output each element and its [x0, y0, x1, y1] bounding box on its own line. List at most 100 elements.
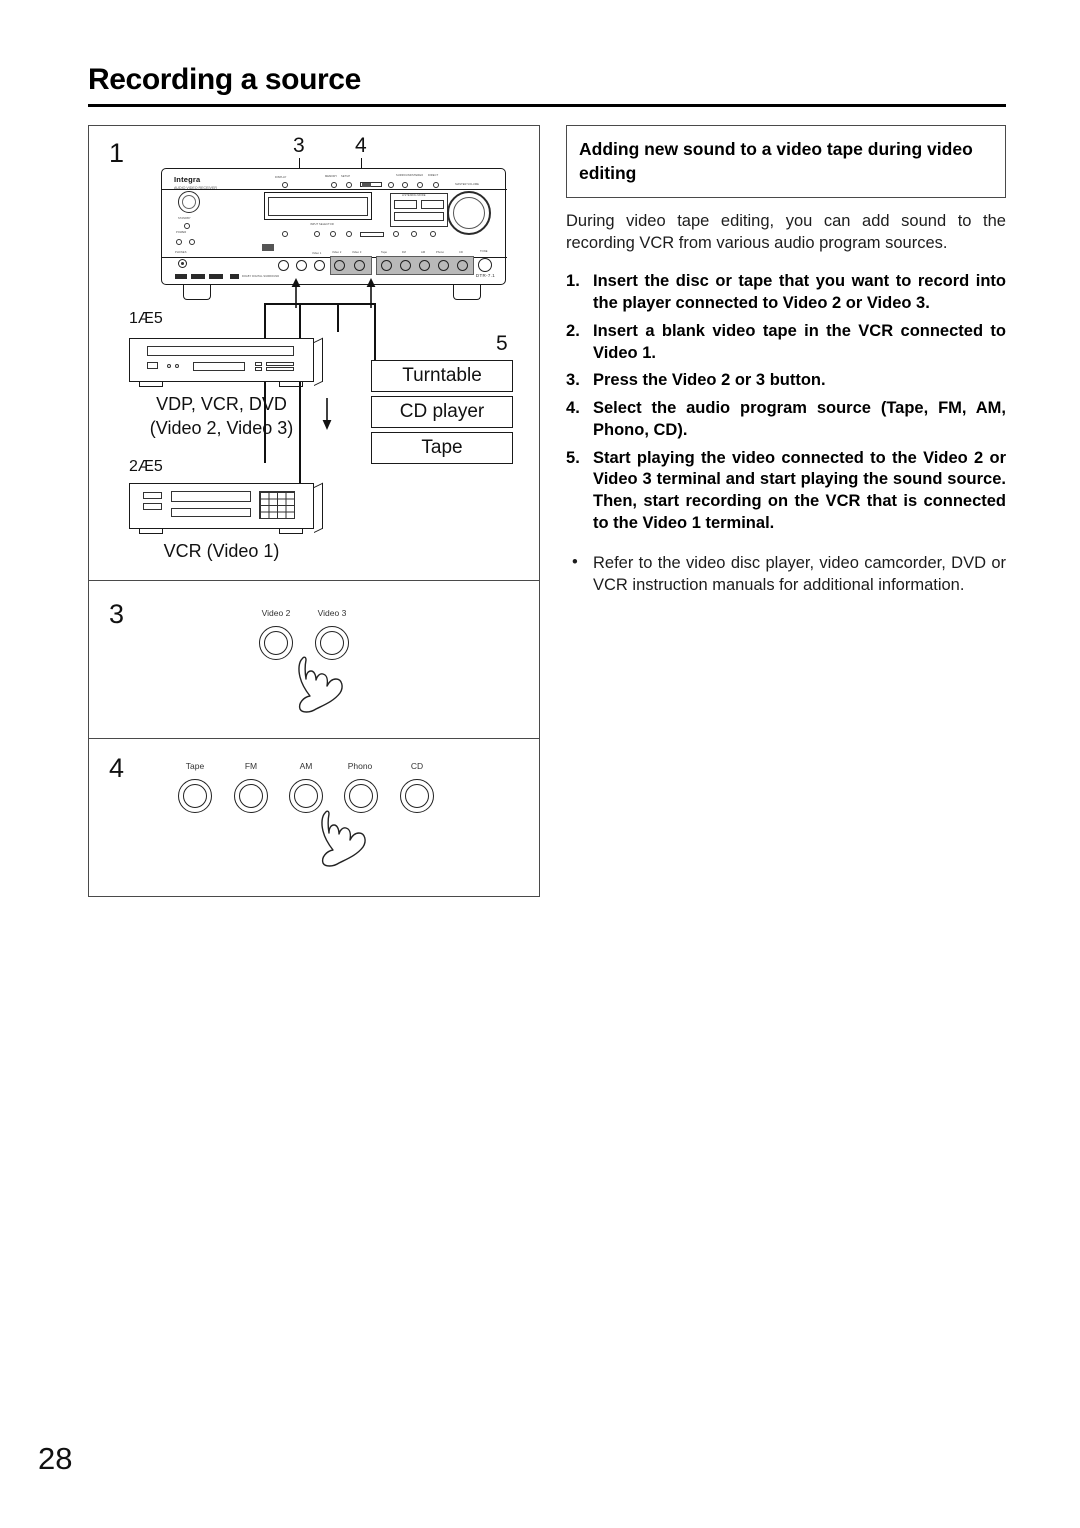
- receiver-foot-right: [453, 284, 481, 300]
- receiver-illustration: Integra AUDIO VIDEO RECEIVER DTR-7.1 STA…: [161, 168, 507, 303]
- page-title: Recording a source: [88, 63, 361, 96]
- receiver-logo-dolby: [175, 274, 187, 279]
- button-video2[interactable]: [259, 626, 293, 660]
- receiver-master-volume-label: MASTER VOLUME: [455, 183, 479, 186]
- source-box-cd-player[interactable]: CD player: [371, 396, 513, 428]
- receiver-aux-button-2: [189, 239, 195, 245]
- arrow-up-icon-right: [366, 278, 376, 308]
- vdp-caption-line1: VDP, VCR, DVD: [156, 394, 287, 414]
- receiver-video1-label: Video 1: [312, 252, 322, 255]
- receiver-video3-label: Video 3: [352, 251, 362, 254]
- instructions-heading-box: Adding new sound to a video tape during …: [566, 125, 1006, 199]
- vcr-caption-line1: VCR (Video 1): [163, 541, 280, 561]
- button-caption-video2: Video 2: [261, 608, 291, 618]
- vdp-button-3: [255, 367, 262, 371]
- receiver-logo-text: DOLBY DIGITAL SURROUND: [242, 275, 280, 278]
- page-number: 28: [38, 1441, 73, 1476]
- receiver-mid-button-3: [330, 231, 336, 237]
- instructions-steps-list: Insert the disc or tape that you want to…: [566, 271, 1006, 534]
- vdp-disc-tray: [147, 346, 294, 356]
- button-cd[interactable]: [400, 779, 434, 813]
- pointing-hand-icon-step4: [321, 810, 366, 867]
- receiver-selector-video1: [314, 260, 325, 271]
- button-caption-video3: Video 3: [317, 608, 347, 618]
- receiver-display-button: [282, 182, 288, 188]
- step-number-4: 4: [109, 753, 125, 783]
- source-box-tape[interactable]: Tape: [371, 432, 513, 464]
- button-caption-fm: FM: [244, 761, 258, 771]
- receiver-mid-button-5: [393, 231, 399, 237]
- instructions-step-2: Insert a blank video tape in the VCR con…: [566, 321, 1006, 362]
- receiver-mid-button-4: [346, 231, 352, 237]
- title-rule: [88, 104, 1006, 107]
- receiver-stereo-label: STEREO: [412, 174, 424, 177]
- button-tape[interactable]: [178, 779, 212, 813]
- button-caption-phono: Phono: [347, 761, 373, 771]
- receiver-phones-label: PHONES: [175, 251, 187, 254]
- receiver-mode-button-a: [394, 200, 417, 209]
- illustration-column: 1 3 4 Integra AUDIO VIDEO RECEIVER DTR-7…: [88, 125, 540, 897]
- receiver-mid-button-1: [282, 231, 288, 237]
- instructions-step-1: Insert the disc or tape that you want to…: [566, 271, 1006, 313]
- receiver-direct-label: DIRECT: [428, 174, 439, 177]
- receiver-divider-top: [162, 189, 507, 190]
- receiver-cd-label: CD: [459, 251, 463, 254]
- receiver-selector-video3: [354, 260, 365, 271]
- receiver-fm-label: FM: [402, 251, 406, 254]
- callout-number-3: 3: [293, 134, 305, 157]
- button-fm[interactable]: [234, 779, 268, 813]
- receiver-display: [264, 192, 372, 220]
- vcr-foot-left: [139, 529, 163, 534]
- diagram-panel-step1: 1 3 4 Integra AUDIO VIDEO RECEIVER DTR-7…: [89, 126, 539, 581]
- vdp-foot-right: [279, 382, 303, 387]
- instructions-step-3: Press the Video 2 or 3 button.: [566, 370, 826, 392]
- receiver-brand-label: Integra: [174, 175, 201, 184]
- receiver-logo-dts: [191, 274, 205, 279]
- source-box-turntable[interactable]: Turntable: [371, 360, 513, 392]
- receiver-body: Integra AUDIO VIDEO RECEIVER DTR-7.1 STA…: [161, 168, 507, 285]
- receiver-logo-prologic: [209, 274, 223, 279]
- receiver-mode-button-b: [421, 200, 444, 209]
- receiver-indicator-block: [262, 244, 274, 251]
- pointing-hand-icon-step3: [298, 656, 343, 713]
- receiver-extra-button: [388, 182, 394, 188]
- receiver-input-selector-label: INPUT SELECTOR: [310, 223, 334, 226]
- diagram-panel-step4: 4 Tape FM AM Phono CD: [89, 739, 539, 896]
- vcr-keypad: [259, 491, 295, 519]
- receiver-setup-label: SETUP: [341, 175, 351, 178]
- step-number-3: 3: [109, 599, 125, 629]
- vdp-device-illustration: [129, 337, 323, 387]
- arrow-up-icon-left: [291, 278, 301, 308]
- button-caption-am: AM: [299, 761, 313, 771]
- step-number-1: 1: [109, 138, 125, 168]
- wire-source-branch-2: [337, 303, 339, 332]
- receiver-aux-button-1: [176, 239, 182, 245]
- wire-bus-horizontal: [264, 303, 376, 305]
- vdp-button-1: [147, 362, 158, 369]
- receiver-surround-button: [402, 182, 408, 188]
- receiver-selector-video2: [334, 260, 345, 271]
- receiver-selector-tape: [381, 260, 392, 271]
- instructions-column: Adding new sound to a video tape during …: [566, 125, 1006, 596]
- receiver-selector-fm: [400, 260, 411, 271]
- vcr-foot-right: [279, 529, 303, 534]
- receiver-stereo-button: [417, 182, 423, 188]
- receiver-phones-jack: [178, 259, 187, 268]
- receiver-selector-b: [296, 260, 307, 271]
- receiver-standby-label: STANDBY: [178, 217, 191, 220]
- device-arrow-label-1: 1Æ5: [129, 310, 163, 327]
- receiver-mid-button-6: [411, 231, 417, 237]
- receiver-mid-slider: [360, 232, 384, 237]
- instructions-note-1: Refer to the video disc player, video ca…: [566, 552, 1006, 597]
- arrow-down-icon: [322, 398, 332, 430]
- diagram-panel-step3: 3 Video 2 Video 3: [89, 581, 539, 739]
- receiver-setup-button: [346, 182, 352, 188]
- receiver-display-label: DISPLAY: [275, 176, 287, 179]
- vcr-button-2: [143, 503, 162, 510]
- receiver-mid-button-7: [430, 231, 436, 237]
- receiver-master-volume-knob: [447, 191, 491, 235]
- vdp-device-side: [314, 337, 323, 386]
- vdp-caption-line2: (Video 2, Video 3): [149, 418, 294, 438]
- button-caption-cd: CD: [410, 761, 424, 771]
- receiver-logo-digital: [230, 274, 239, 279]
